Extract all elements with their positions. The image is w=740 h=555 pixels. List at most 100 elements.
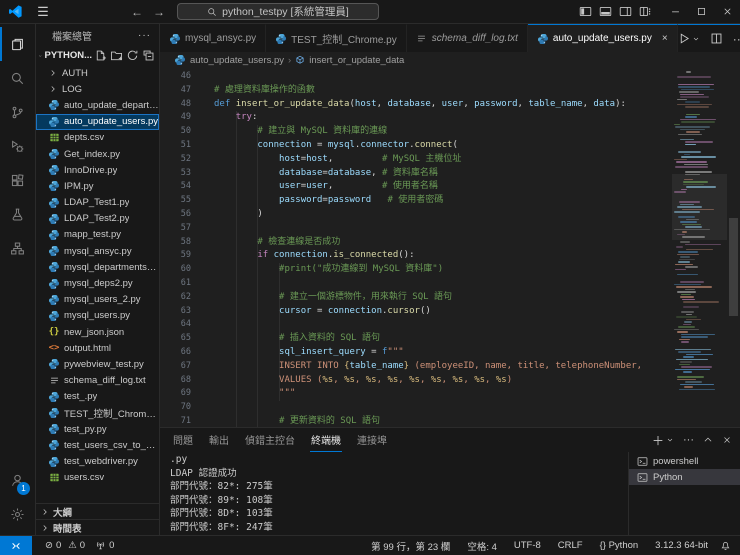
terminal-item-powershell[interactable]: powershell	[629, 453, 740, 469]
close-panel-icon[interactable]	[722, 435, 732, 445]
file-row[interactable]: mysql_departments.py	[36, 259, 159, 275]
sidebar-section-大綱[interactable]: 大綱	[36, 503, 159, 519]
refresh-icon[interactable]	[126, 49, 139, 62]
panel-tab-輸出[interactable]: 輸出	[208, 428, 230, 452]
status-item[interactable]: 空格: 4	[462, 539, 502, 553]
run-python-button[interactable]	[678, 32, 700, 45]
file-row[interactable]: users.csv	[36, 470, 159, 486]
file-row[interactable]: mysql_ansyc.py	[36, 243, 159, 259]
ports-indicator[interactable]: 0	[90, 540, 119, 551]
new-file-icon[interactable]	[94, 49, 107, 62]
toggle-secondary-sidebar-icon[interactable]	[619, 5, 632, 18]
toggle-sidebar-icon[interactable]	[579, 5, 592, 18]
sidebar-section-時間表[interactable]: 時間表	[36, 519, 159, 535]
terminal-item-Python[interactable]: Python	[629, 469, 740, 485]
file-row[interactable]: test_py.py	[36, 421, 159, 437]
file-row[interactable]: mapp_test.py	[36, 227, 159, 243]
breadcrumb-file[interactable]: auto_update_users.py	[190, 55, 284, 66]
file-row[interactable]: mysql_users_2.py	[36, 292, 159, 308]
code-editor[interactable]: 46 47 48 49 50 51 52 53 54 55 56 57 58 59 60 61 62 63 64 65…	[160, 68, 740, 427]
file-row[interactable]: test_webdriver.py	[36, 454, 159, 470]
menu-hamburger-icon[interactable]: ☰	[33, 4, 53, 20]
activity-accounts-icon[interactable]: 1	[0, 463, 35, 497]
panel-tab-問題[interactable]: 問題	[172, 428, 194, 452]
indent-guide	[279, 263, 281, 402]
window-minimize-button[interactable]	[662, 0, 688, 24]
file-row[interactable]: Get_index.py	[36, 146, 159, 162]
editor-more-actions-icon[interactable]: ···	[733, 32, 740, 46]
new-folder-icon[interactable]	[110, 49, 123, 62]
collapse-all-icon[interactable]	[142, 49, 155, 62]
activity-explorer-icon[interactable]	[0, 27, 35, 61]
activity-extensions-icon[interactable]	[0, 163, 35, 197]
maximize-panel-icon[interactable]	[703, 435, 713, 445]
breadcrumb-symbol[interactable]: insert_or_update_data	[309, 55, 404, 66]
panel-more-actions-icon[interactable]: ···	[683, 434, 694, 446]
minimap-line	[678, 251, 699, 253]
activity-source-control-icon[interactable]	[0, 95, 35, 129]
file-row[interactable]: auto_update_users.py	[36, 113, 159, 130]
remote-indicator[interactable]	[0, 536, 32, 555]
activity-run-debug-icon[interactable]	[0, 129, 35, 163]
file-row[interactable]: test_.py	[36, 389, 159, 405]
file-row[interactable]: mysql_users.py	[36, 308, 159, 324]
tab-label: schema_diff_log.txt	[431, 33, 518, 44]
status-item[interactable]: {} Python	[595, 540, 644, 551]
file-row[interactable]: AUTH	[36, 65, 159, 81]
file-row[interactable]: schema_diff_log.txt	[36, 373, 159, 389]
file-row[interactable]: pywebview_test.py	[36, 356, 159, 372]
file-row[interactable]: LDAP_Test2.py	[36, 211, 159, 227]
problems-indicator[interactable]: ⊘ 0 ⚠ 0	[40, 540, 90, 551]
status-item[interactable]: CRLF	[553, 540, 588, 551]
panel-tab-連接埠[interactable]: 連接埠	[356, 428, 388, 452]
tab-close-icon[interactable]: ×	[662, 33, 668, 44]
minimap-line	[685, 353, 713, 355]
file-row[interactable]: {} new_json.json	[36, 324, 159, 340]
activity-settings-icon[interactable]	[0, 497, 35, 531]
nav-forward-icon[interactable]: →	[153, 5, 165, 19]
file-row[interactable]: InnoDrive.py	[36, 162, 159, 178]
file-row[interactable]: IPM.py	[36, 178, 159, 194]
status-item[interactable]: UTF-8	[509, 540, 546, 551]
terminal-line: 部門代號：82*: 275筆	[170, 481, 273, 493]
activity-hierarchy-icon[interactable]	[0, 231, 35, 265]
py-file-icon	[48, 99, 60, 111]
toggle-panel-icon[interactable]	[599, 5, 612, 18]
window-maximize-button[interactable]	[688, 0, 714, 24]
nav-back-icon[interactable]: ←	[131, 5, 143, 19]
activity-testing-icon[interactable]	[0, 197, 35, 231]
bell-icon[interactable]	[720, 540, 731, 551]
editor-tab[interactable]: mysql_ansyc.py	[160, 24, 267, 52]
command-center-search[interactable]: python_testpy [系統管理員]	[177, 3, 379, 20]
window-close-button[interactable]	[714, 0, 740, 24]
workspace-section-header[interactable]: PYTHON...	[36, 46, 159, 65]
panel-tab-偵錯主控台[interactable]: 偵錯主控台	[244, 428, 296, 452]
file-row[interactable]: LOG	[36, 81, 159, 97]
minimap-line	[685, 106, 709, 108]
editor-tab[interactable]: auto_update_users.py ×	[527, 24, 678, 52]
status-item[interactable]: 第 99 行，第 23 欄	[366, 539, 455, 553]
file-row[interactable]: test_users_csv_to_mys...	[36, 437, 159, 453]
chevron-down-icon	[693, 37, 698, 40]
terminal-output[interactable]: .py LDAP 認證成功 部門代號：82*: 275筆 部門代號：89*: 108筆…	[160, 452, 628, 535]
file-row[interactable]: LDAP_Test1.py	[36, 195, 159, 211]
minimap-line	[678, 91, 700, 93]
file-row[interactable]: depts.csv	[36, 130, 159, 146]
explorer-more-actions-icon[interactable]: ···	[138, 30, 151, 41]
customize-layout-icon[interactable]	[639, 5, 652, 18]
minimap-line	[685, 186, 717, 188]
editor-tab[interactable]: TEST_控制_Chrome.py	[266, 24, 407, 52]
file-row[interactable]: auto_update_departm...	[36, 97, 159, 113]
split-editor-icon[interactable]	[710, 32, 723, 45]
status-item[interactable]: 3.12.3 64-bit	[650, 540, 713, 551]
file-row[interactable]: <> output.html	[36, 340, 159, 356]
editor-tab[interactable]: schema_diff_log.txt	[406, 24, 528, 52]
activity-search-icon[interactable]	[0, 61, 35, 95]
file-row[interactable]: mysql_deps2.py	[36, 275, 159, 291]
editor-scrollbar[interactable]	[727, 68, 740, 427]
file-row[interactable]: TEST_控制_Chrome.py	[36, 405, 159, 421]
scrollbar-thumb[interactable]	[729, 218, 738, 316]
panel-tab-終端機[interactable]: 終端機	[310, 428, 342, 452]
minimap[interactable]	[672, 68, 727, 427]
new-terminal-button[interactable]: ＋	[652, 432, 674, 449]
